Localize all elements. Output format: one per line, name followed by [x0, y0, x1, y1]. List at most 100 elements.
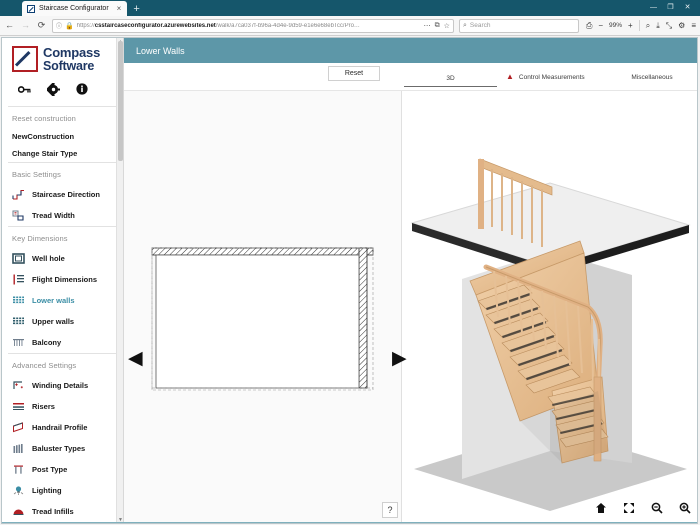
sidebar-item-label: Balcony [32, 337, 62, 347]
reset-button[interactable]: Reset [328, 66, 380, 81]
sidebar-item-label: Handrail Profile [32, 422, 88, 432]
sidebar-item-label: Upper walls [32, 316, 75, 326]
page-actions-icon[interactable]: ⋯ [424, 22, 431, 30]
zoom-out-icon[interactable] [651, 502, 663, 517]
lighting-icon [12, 484, 25, 497]
sidebar-item-upper-walls[interactable]: Upper walls [2, 311, 123, 332]
tab-3d[interactable]: 3D [404, 67, 497, 87]
sidebar-item-lighting[interactable]: Lighting [2, 480, 123, 501]
sidebar-item-staircase-direction[interactable]: Staircase Direction [2, 184, 123, 205]
plan-view-2d[interactable]: ◀ [124, 91, 401, 523]
app-sidebar: Compass Software Reset construction NewC… [2, 38, 124, 523]
sidebar-item-new-construction[interactable]: NewConstruction [2, 128, 123, 145]
risers-icon [12, 400, 25, 413]
browser-tool-icons: ⎙ − 99% + ⌕ ⤓ ⤡ ⚙ ≡ [584, 20, 696, 31]
search-bar[interactable]: ⌕ Search [458, 18, 579, 33]
view-tabs: 3D ▲ Control Measurements Miscellaneous [404, 63, 692, 91]
staircase-3d-render [410, 158, 691, 511]
sidebar-item-label: Change Stair Type [12, 148, 78, 158]
info-icon[interactable] [76, 83, 88, 97]
sidebar-item-change-stair-type[interactable]: Change Stair Type [2, 145, 123, 162]
window-controls: — ❐ ✕ [645, 0, 696, 16]
sidebar-item-risers[interactable]: Risers [2, 396, 123, 417]
sidebar-item-baluster-types[interactable]: Baluster Types [2, 438, 123, 459]
sidebar-group-advanced-settings: Advanced Settings [12, 360, 77, 370]
sidebar-item-label: Flight Dimensions [32, 274, 98, 284]
toolbar-divider [638, 20, 640, 31]
sidebar-item-post-type[interactable]: Post Type [2, 459, 123, 480]
print-icon[interactable]: ⎙ [586, 21, 592, 31]
browser-tab-staircase-configurator[interactable]: Staircase Configurator × [22, 1, 128, 16]
staircase-direction-icon [12, 188, 25, 201]
previous-view-arrow-icon[interactable]: ◀ [128, 349, 143, 368]
sidebar-item-handrail-profile[interactable]: Handrail Profile [2, 417, 123, 438]
sidebar-item-lower-walls[interactable]: Lower walls [2, 290, 123, 311]
sidebar-item-balcony[interactable]: Balcony [2, 332, 123, 353]
address-bar-actions: ⋯ ⧉ ☆ [424, 22, 450, 30]
home-icon[interactable] [595, 502, 607, 517]
reader-view-icon[interactable]: ⧉ [435, 22, 440, 30]
compass-software-logo-icon [12, 46, 38, 73]
app-logo: Compass Software [2, 38, 123, 77]
tab-miscellaneous[interactable]: Miscellaneous [612, 74, 692, 81]
next-view-arrow-icon[interactable]: ▶ [392, 349, 407, 368]
handrail-profile-icon [12, 421, 25, 434]
sidebar-item-label: Lower walls [32, 295, 75, 305]
sidebar-item-well-hole[interactable]: Well hole [2, 248, 123, 269]
winding-details-icon [12, 379, 25, 392]
sidebar-group-key-dimensions: Key Dimensions [12, 233, 68, 243]
floor-plan-drawing [151, 247, 374, 391]
forward-button[interactable]: → [20, 21, 31, 30]
save-page-icon[interactable]: ⤓ [656, 21, 660, 31]
back-button[interactable]: ← [4, 21, 15, 30]
zoom-level-label: 99% [609, 22, 623, 29]
zoom-in-icon[interactable] [679, 502, 691, 517]
close-tab-icon[interactable]: × [117, 4, 122, 13]
sidebar-item-winding-details[interactable]: Winding Details [2, 375, 123, 396]
tread-infills-icon [12, 505, 25, 518]
browser-toolbar: ← → ⟳ ⓘ 🔒 https://csstaircaseconfigurato… [0, 16, 700, 36]
sidebar-group-basic-settings: Basic Settings [12, 169, 61, 179]
view-3d[interactable]: ▶ [392, 91, 697, 523]
sidebar-item-label: Baluster Types [32, 443, 86, 453]
sidebar-item-tread-width[interactable]: Tread Width [2, 205, 123, 226]
reload-button[interactable]: ⟳ [36, 21, 47, 30]
scrollbar-thumb[interactable] [118, 41, 123, 161]
sidebar-item-label: Staircase Direction [32, 189, 100, 199]
maximize-button[interactable]: ❐ [662, 0, 679, 16]
bookmark-star-icon[interactable]: ☆ [444, 22, 450, 30]
sidebar-item-flight-dimensions[interactable]: Flight Dimensions [2, 269, 123, 290]
browser-menu-icon[interactable]: ≡ [691, 21, 696, 30]
flight-dimensions-icon [12, 273, 25, 286]
site-favicon-icon [27, 4, 35, 13]
balcony-icon [12, 336, 25, 349]
canvas-area: ◀ ▶ ? [124, 91, 697, 523]
help-button[interactable]: ? [382, 502, 398, 518]
page-viewport: Compass Software Reset construction NewC… [1, 37, 698, 524]
new-tab-button[interactable]: + [133, 2, 139, 16]
find-icon[interactable]: ⌕ [646, 21, 650, 31]
fit-screen-icon[interactable] [623, 502, 635, 517]
logo-line-1: Compass [43, 45, 101, 60]
sidebar-item-tread-infills[interactable]: Tread Infills [2, 501, 123, 522]
zoom-out-button[interactable]: − [598, 21, 603, 30]
zoom-in-button[interactable]: + [628, 21, 633, 30]
fullscreen-icon[interactable]: ⤡ [666, 21, 672, 31]
close-window-button[interactable]: ✕ [679, 0, 696, 16]
sidebar-item-label: Winding Details [32, 380, 89, 390]
post-type-icon [12, 463, 25, 476]
settings-gear-icon[interactable]: ⚙ [678, 21, 685, 30]
address-bar[interactable]: ⓘ 🔒 https://csstaircaseconfigurator.azur… [52, 18, 454, 33]
minimize-button[interactable]: — [645, 0, 662, 16]
tab-strip: Staircase Configurator × + [22, 0, 140, 16]
page-bottom-scrollbar[interactable] [2, 522, 697, 523]
warning-triangle-icon: ▲ [506, 72, 514, 81]
site-info-icon[interactable]: ⓘ [56, 21, 62, 30]
panel-toolbar: Reset 3D ▲ Control Measurements Miscella… [124, 63, 697, 91]
panel-header: Lower Walls [124, 38, 697, 63]
key-icon[interactable] [17, 84, 31, 97]
gear-icon[interactable] [45, 81, 60, 98]
sidebar-item-label: Well hole [32, 253, 65, 263]
tab-control-measurements[interactable]: ▲ Control Measurements [497, 73, 612, 81]
sidebar-scrollbar[interactable]: ▲ ▼ [116, 38, 123, 523]
